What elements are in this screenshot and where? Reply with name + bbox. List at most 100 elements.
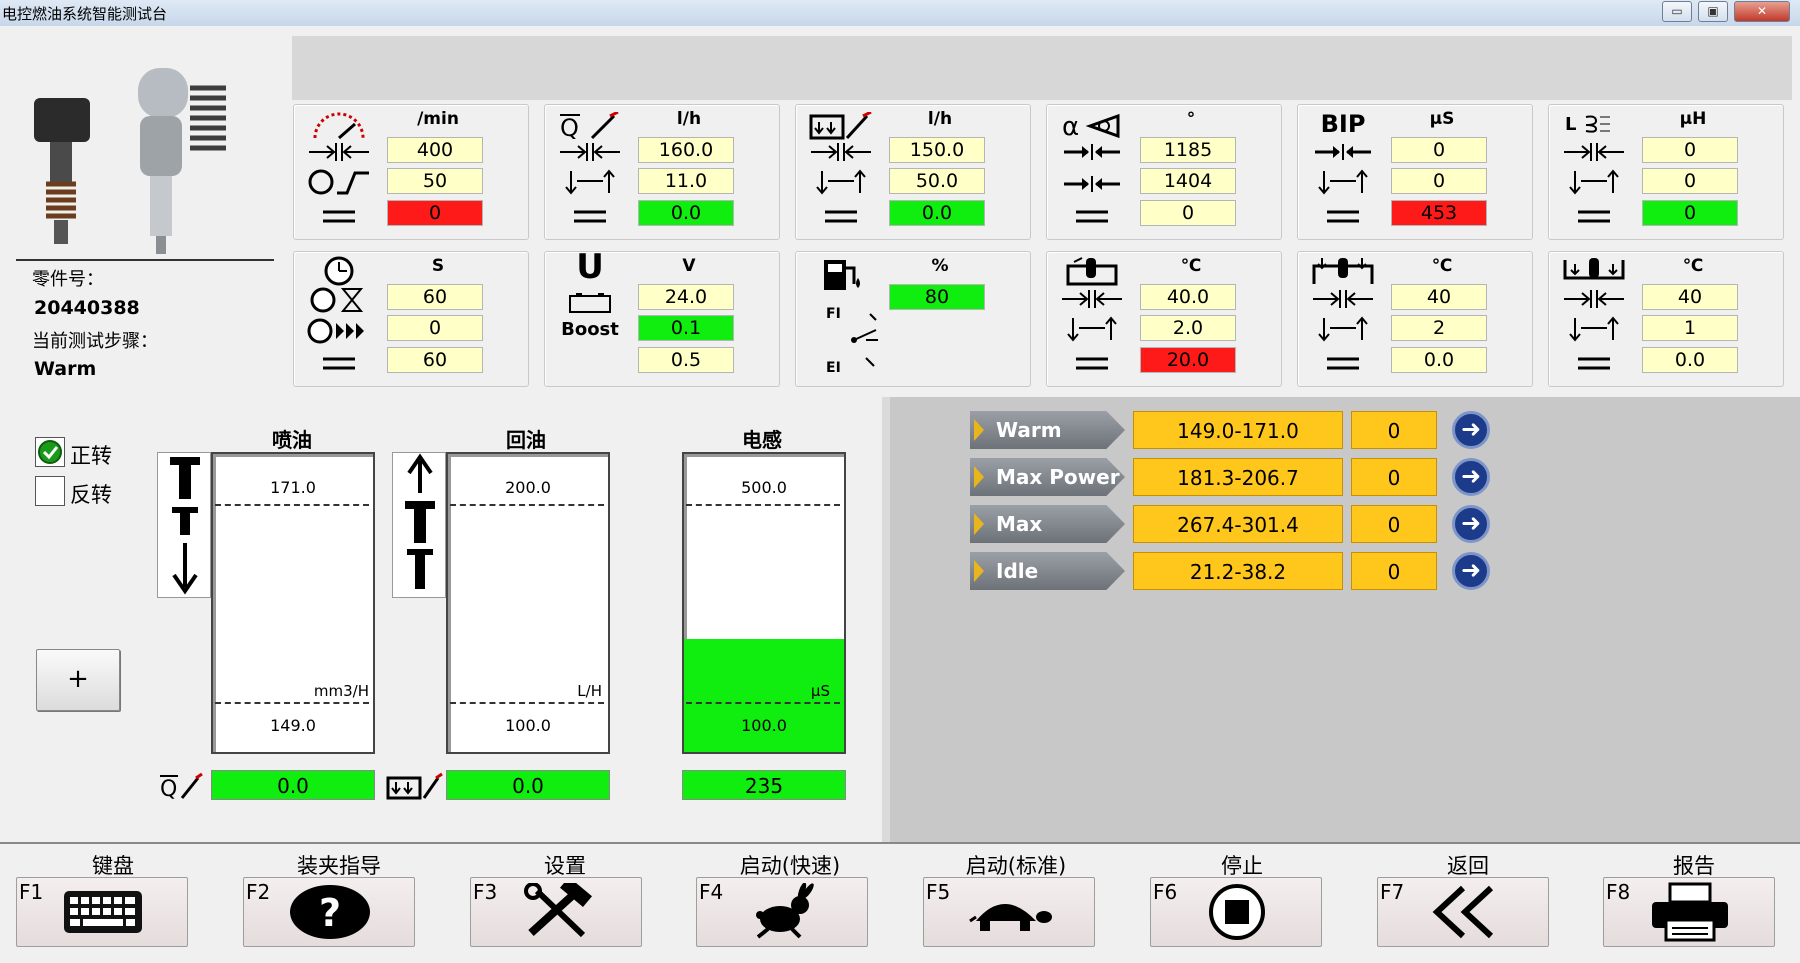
boost-setpoint[interactable]: 0.5 — [638, 347, 734, 373]
step-go-arrow-icon[interactable]: ➜ — [1452, 552, 1490, 590]
return-unit: L/H — [577, 682, 602, 700]
splitter[interactable] — [882, 397, 890, 842]
inductance-gauge: 500.0 μS 100.0 — [682, 452, 846, 754]
tolerance-icon — [1057, 314, 1127, 344]
setpoint-icon — [1057, 284, 1127, 314]
f5-label: 启动(标准) — [965, 854, 1067, 878]
step-tag-warm[interactable]: Warm — [970, 411, 1125, 449]
minimize-button[interactable]: ▭ — [1662, 1, 1692, 22]
time-unit: S — [431, 256, 445, 276]
temp-1-unit: ℃ — [1180, 256, 1202, 276]
bip-tolerance[interactable]: 0 — [1391, 168, 1487, 194]
angle-min[interactable]: 1185 — [1140, 137, 1236, 163]
temp-3-actual: 0.0 — [1642, 347, 1738, 373]
check-icon — [38, 440, 62, 464]
return-upper-limit — [450, 504, 604, 506]
reverse-label: 反转 — [70, 483, 112, 507]
time-setpoint[interactable]: 60 — [387, 284, 483, 310]
step-count: 0 — [1351, 458, 1437, 496]
voltage-setpoint[interactable]: 24.0 — [638, 284, 734, 310]
step-go-arrow-icon[interactable]: ➜ — [1452, 411, 1490, 449]
temp-3-setpoint[interactable]: 40 — [1642, 284, 1738, 310]
bip-setpoint[interactable]: 0 — [1391, 137, 1487, 163]
voltage-unit: V — [682, 256, 696, 276]
setpoint-icon — [1559, 137, 1629, 167]
injector-image — [34, 68, 226, 254]
injection-unit: mm3/H — [313, 682, 369, 700]
step-tag-max-power[interactable]: Max Power — [970, 458, 1125, 496]
temp-3-tolerance[interactable]: 1 — [1642, 315, 1738, 341]
actual-icon — [1057, 201, 1127, 231]
keyboard-icon — [57, 882, 149, 942]
step-tag-max-torque[interactable]: Max Torque — [970, 505, 1125, 543]
reverse-checkbox[interactable] — [35, 476, 65, 506]
return-flow-setpoint[interactable]: 150.0 — [889, 137, 985, 163]
f1-label: 键盘 — [92, 854, 134, 878]
voltage-icon: U — [576, 247, 604, 287]
tolerance-icon — [1559, 167, 1629, 197]
time-elapsed[interactable]: 0 — [387, 315, 483, 341]
switch-icon — [851, 313, 878, 367]
part-number: 20440388 — [34, 297, 140, 319]
actual-icon — [304, 201, 374, 231]
forward-checkbox[interactable] — [35, 437, 65, 467]
setpoint-icon — [304, 137, 374, 167]
step-tag-idle[interactable]: Idle — [970, 552, 1125, 590]
injection-flow-tolerance[interactable]: 11.0 — [638, 168, 734, 194]
header-bar — [292, 36, 1792, 100]
add-button[interactable]: + — [36, 649, 120, 711]
temp-2-setpoint[interactable]: 40 — [1391, 284, 1487, 310]
ramp-icon — [304, 167, 374, 197]
time-remaining: 60 — [387, 347, 483, 373]
step-range: 149.0-171.0 — [1133, 411, 1343, 449]
f5-standard-start-button[interactable]: F5 — [923, 877, 1095, 947]
step-go-arrow-icon[interactable]: ➜ — [1452, 505, 1490, 543]
separator-line — [16, 259, 274, 261]
min-limit-icon — [1057, 137, 1127, 167]
step-label: 当前测试步骤： — [32, 331, 158, 352]
f3-settings-button[interactable]: F3 — [470, 877, 642, 947]
temp-2-panel: ℃ 40 2 0.0 — [1297, 251, 1533, 387]
speed-ramp[interactable]: 50 — [387, 168, 483, 194]
setpoint-icon — [1559, 284, 1629, 314]
close-button[interactable]: ✕ — [1734, 1, 1790, 22]
angle-max[interactable]: 1404 — [1140, 168, 1236, 194]
f2-help-button[interactable]: F2 ? — [243, 877, 415, 947]
inductance-tolerance[interactable]: 0 — [1642, 168, 1738, 194]
inductance-unit-label: μS — [810, 682, 830, 700]
actual-icon — [1057, 348, 1127, 378]
temp-1-tolerance[interactable]: 2.0 — [1140, 315, 1236, 341]
svg-text:α: α — [1062, 112, 1079, 140]
f8-report-button[interactable]: F8 — [1603, 877, 1775, 947]
f4-quick-start-button[interactable]: F4 — [696, 877, 868, 947]
step-go-arrow-icon[interactable]: ➜ — [1452, 458, 1490, 496]
temp-2-tolerance[interactable]: 2 — [1391, 315, 1487, 341]
injection-flow-icon: Q — [158, 770, 204, 802]
return-actual-value: 0.0 — [446, 770, 610, 800]
speed-setpoint[interactable]: 400 — [387, 137, 483, 163]
restore-button[interactable]: ▣ — [1698, 1, 1728, 22]
f3-label: 设置 — [544, 854, 586, 878]
run-time-icon — [304, 316, 374, 346]
f1-keyboard-button[interactable]: F1 — [16, 877, 188, 947]
injection-flow-panel: Q l/h 160.0 11.0 0.0 — [544, 104, 780, 240]
inductance-actual-value: 235 — [682, 770, 846, 800]
speed-panel: /min 400 50 0 — [293, 104, 529, 240]
turtle-icon — [964, 882, 1056, 942]
inductance-setpoint[interactable]: 0 — [1642, 137, 1738, 163]
setpoint-icon — [555, 137, 625, 167]
inductance-upper-limit — [686, 504, 840, 506]
inductance-icon-text: L — [1565, 113, 1577, 135]
step-range: 181.3-206.7 — [1133, 458, 1343, 496]
actual-icon — [1559, 201, 1629, 231]
f6-stop-button[interactable]: F6 — [1150, 877, 1322, 947]
temp-1-setpoint[interactable]: 40.0 — [1140, 284, 1236, 310]
f7-back-button[interactable]: F7 — [1377, 877, 1549, 947]
return-upper-label: 200.0 — [505, 478, 551, 497]
f3-code: F3 — [473, 880, 498, 904]
bip-actual: 453 — [1391, 200, 1487, 226]
injection-flow-setpoint[interactable]: 160.0 — [638, 137, 734, 163]
return-direction-icon — [392, 452, 446, 598]
return-flow-tolerance[interactable]: 50.0 — [889, 168, 985, 194]
back-icon — [1418, 882, 1510, 942]
